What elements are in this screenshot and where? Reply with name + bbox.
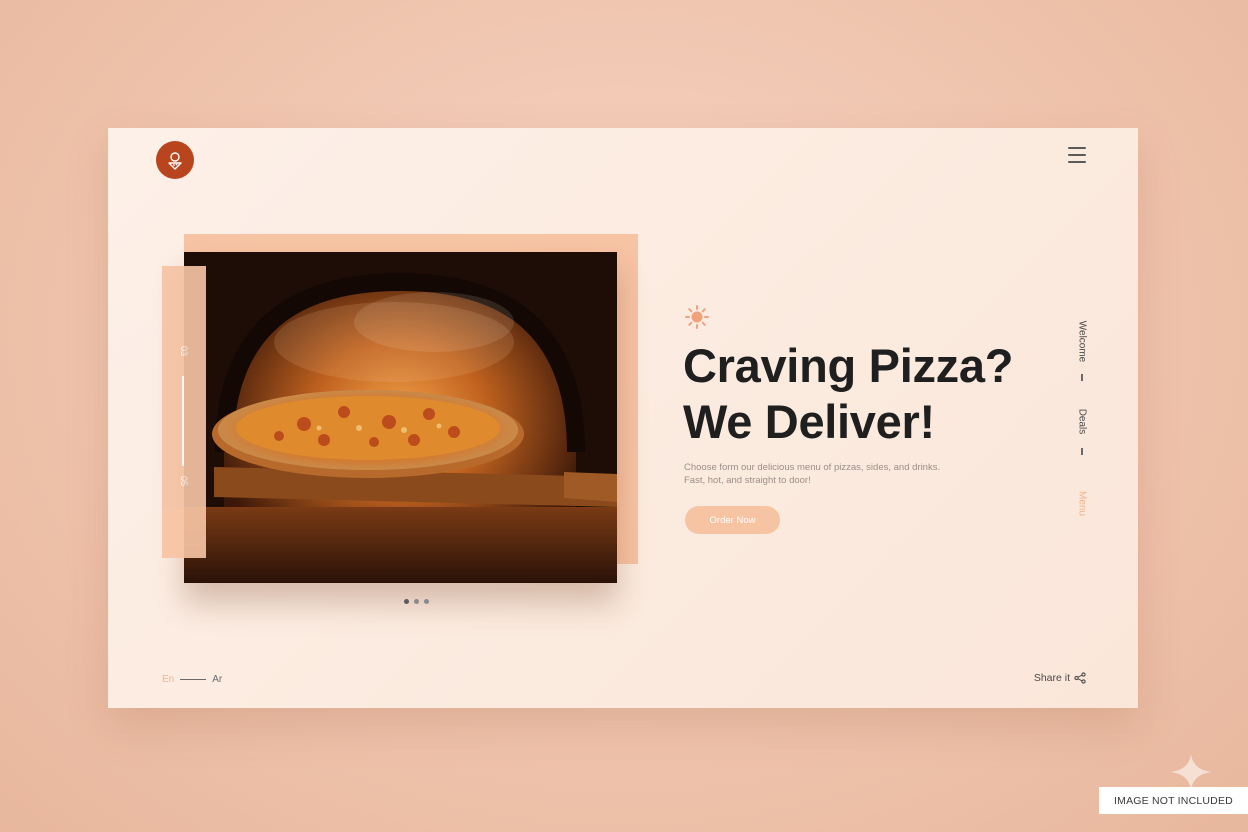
carousel-dots (404, 599, 429, 604)
carousel-dot[interactable] (404, 599, 409, 604)
nav-item-deals[interactable]: Deals (1077, 409, 1088, 435)
order-now-button[interactable]: Order Now (685, 506, 780, 534)
headline-line-2: We Deliver! (683, 395, 935, 448)
vertical-nav: Welcome Deals Menu (1070, 308, 1094, 538)
share-label: Share it (1033, 672, 1070, 684)
sparkle-icon (1170, 754, 1212, 790)
hero-subtext: Choose form our delicious menu of pizzas… (684, 461, 984, 487)
slide-progress-track (182, 376, 184, 466)
image-not-included-label: IMAGE NOT INCLUDED (1099, 787, 1248, 814)
share-icon (1074, 672, 1086, 684)
share-button[interactable]: Share it (1034, 672, 1086, 684)
slide-counter-total: 05 (179, 475, 190, 487)
nav-separator (1081, 374, 1083, 381)
slide-counter-current: 03 (179, 345, 190, 357)
slide-counter-panel: 03 05 (162, 266, 206, 558)
lang-en[interactable]: En (162, 674, 174, 685)
hero-image (184, 252, 617, 583)
carousel-dot[interactable] (414, 599, 419, 604)
lang-divider (180, 679, 207, 680)
lang-ar[interactable]: Ar (212, 674, 222, 685)
pizza-logo-icon[interactable] (156, 141, 194, 179)
hamburger-icon[interactable] (1068, 147, 1086, 163)
subtext-line-2: Fast, hot, and straight to door! (684, 475, 811, 486)
sun-icon (685, 305, 709, 329)
nav-separator (1081, 448, 1083, 455)
language-switcher: En Ar (162, 674, 222, 685)
carousel-dot[interactable] (424, 599, 429, 604)
hero-headline: Craving Pizza? We Deliver! (683, 338, 1083, 450)
headline-line-1: Craving Pizza? (683, 339, 1014, 392)
subtext-line-1: Choose form our delicious menu of pizzas… (684, 462, 941, 473)
nav-item-menu[interactable]: Menu (1077, 491, 1088, 516)
nav-item-welcome[interactable]: Welcome (1077, 321, 1088, 363)
landing-card: 03 05 Craving Pizza? We Deliver! Choose … (108, 128, 1138, 708)
